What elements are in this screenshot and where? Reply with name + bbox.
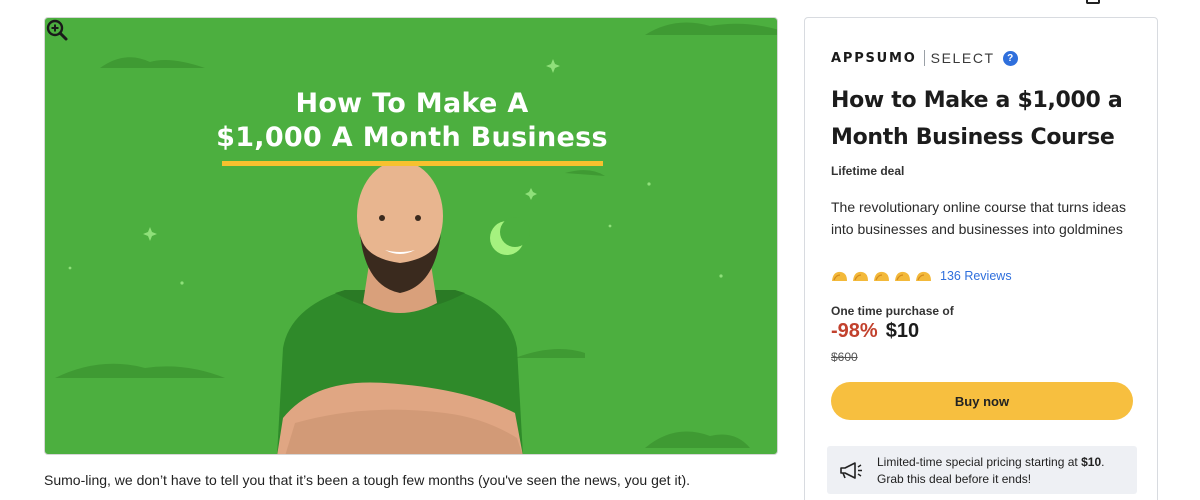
original-price: $600 [831, 350, 858, 364]
brand-name: APPSUMO [831, 50, 917, 66]
bag-icon[interactable] [1086, 0, 1100, 4]
zoom-in-icon[interactable] [45, 18, 69, 42]
current-price: $10 [885, 320, 920, 342]
promo-text-start: Limited-time special pricing starting at [877, 455, 1082, 469]
buy-now-button[interactable]: Buy now [831, 382, 1133, 420]
price-row: -98% $10 [831, 320, 919, 343]
taco-icon [895, 271, 910, 281]
deal-type-label: Lifetime deal [831, 164, 905, 178]
discount-percent: -98% [831, 320, 878, 342]
taco-icon [832, 271, 847, 281]
promo-text-line2: Grab this deal before it ends! [877, 472, 1032, 486]
deal-sidebar-card: APPSUMO SELECT ? How to Make a $1,000 a … [804, 17, 1158, 500]
taco-icon [874, 271, 889, 281]
product-description: The revolutionary online course that tur… [831, 199, 1126, 237]
purchase-type-label: One time purchase of [831, 304, 954, 318]
rating[interactable]: 136 Reviews [831, 269, 1012, 283]
promo-text-end: . [1101, 455, 1105, 469]
promo-text: Limited-time special pricing starting at… [877, 454, 1132, 488]
megaphone-icon [840, 462, 862, 479]
promo-price: $10 [1081, 455, 1102, 469]
hero-title-line-1: How To Make A [295, 88, 529, 119]
hero-illustration [55, 22, 777, 454]
limited-time-banner: Limited-time special pricing starting at… [827, 446, 1137, 494]
product-hero-image[interactable]: How To Make A $1,000 A Month Business [44, 17, 778, 455]
taco-icon [916, 271, 931, 281]
hero-title-line-2: $1,000 A Month Business [216, 122, 608, 153]
hero-title-underline [222, 161, 603, 166]
product-title: How to Make a $1,000 a Month Business Co… [831, 88, 1123, 150]
reviews-link[interactable]: 136 Reviews [940, 269, 1012, 283]
description-intro: Sumo-ling, we don’t have to tell you tha… [44, 472, 691, 488]
help-icon[interactable]: ? [1002, 50, 1018, 66]
brand-divider [923, 50, 925, 66]
brand-tier: SELECT [930, 50, 995, 66]
brand-logo: APPSUMO SELECT ? [831, 50, 1018, 66]
taco-icon [853, 271, 868, 281]
